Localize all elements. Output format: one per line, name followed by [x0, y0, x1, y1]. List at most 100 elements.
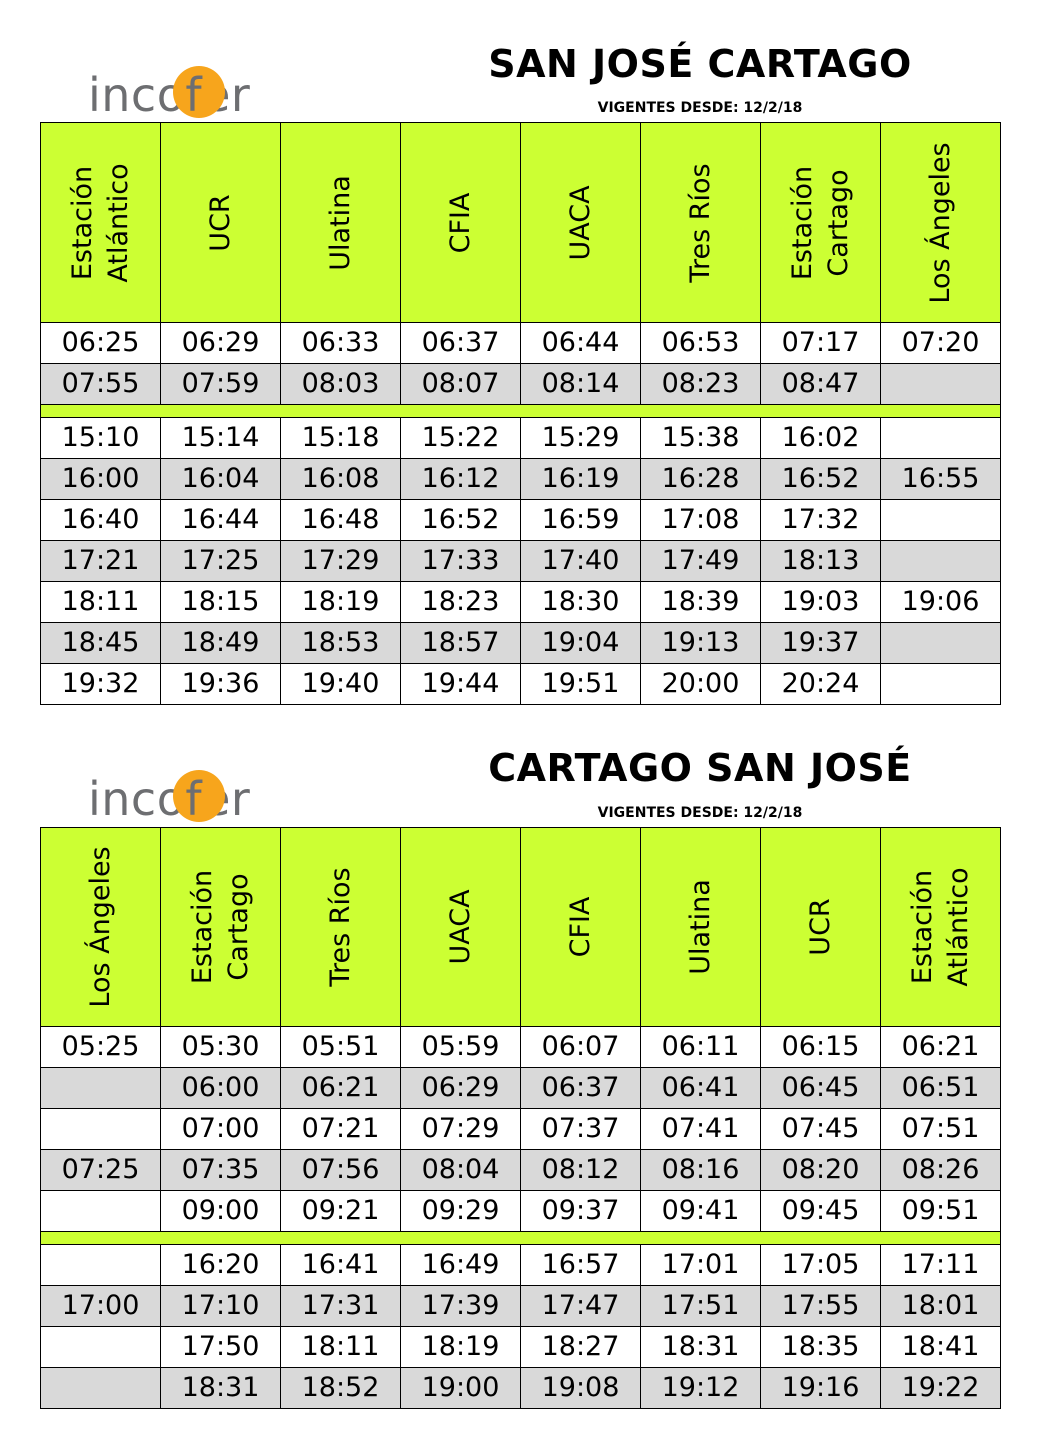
time-cell: 06:07 [520, 1026, 641, 1068]
time-cell: 18:11 [40, 581, 161, 623]
time-cell: 17:10 [160, 1285, 281, 1327]
time-cell: 18:39 [640, 581, 761, 623]
time-cell: 18:27 [520, 1326, 641, 1368]
time-cell: 07:00 [160, 1108, 281, 1150]
time-cell: 15:14 [160, 417, 281, 459]
time-cell: 06:29 [400, 1067, 521, 1109]
time-cell: 08:04 [400, 1149, 521, 1191]
time-cell: 06:45 [760, 1067, 881, 1109]
logo-text-pre: inco [88, 772, 186, 826]
time-cell: 17:01 [640, 1244, 761, 1286]
time-cell: 07:20 [880, 322, 1001, 364]
time-cell [880, 417, 1001, 459]
column-header: UACA [400, 827, 521, 1027]
time-cell: 06:11 [640, 1026, 761, 1068]
time-cell: 06:53 [640, 322, 761, 364]
time-cell: 18:45 [40, 622, 161, 664]
time-cell: 08:23 [640, 363, 761, 405]
column-header-label: Estación Cartago [786, 165, 854, 280]
header-row: Estación Atlántico UCR Ulatina CFIA UACA Tres… [40, 122, 1001, 323]
time-cell: 06:15 [760, 1026, 881, 1068]
column-header: Tres Ríos [640, 122, 761, 323]
time-cell: 20:00 [640, 663, 761, 705]
time-cell: 17:31 [280, 1285, 401, 1327]
time-cell: 06:51 [880, 1067, 1001, 1109]
column-header-label: UACA [444, 889, 476, 965]
time-cell: 09:45 [760, 1190, 881, 1232]
column-header-label: Estación Atlántico [66, 162, 134, 283]
logo-text-pre: inco [88, 68, 186, 122]
time-cell: 07:17 [760, 322, 881, 364]
column-header-label: Tres Ríos [324, 867, 356, 987]
time-cell: 18:01 [880, 1285, 1001, 1327]
time-cell: 09:21 [280, 1190, 401, 1232]
time-cell: 05:25 [40, 1026, 161, 1068]
time-cell: 16:57 [520, 1244, 641, 1286]
time-cell: 06:25 [40, 322, 161, 364]
time-cell [40, 1367, 161, 1409]
time-cell [880, 540, 1001, 582]
time-cell [880, 363, 1001, 405]
time-cell: 18:15 [160, 581, 281, 623]
time-cell [40, 1244, 161, 1286]
time-cell: 17:21 [40, 540, 161, 582]
time-cell: 16:28 [640, 458, 761, 500]
time-cell: 07:35 [160, 1149, 281, 1191]
time-cell: 08:03 [280, 363, 401, 405]
time-cell: 17:39 [400, 1285, 521, 1327]
time-cell: 15:10 [40, 417, 161, 459]
time-cell: 16:44 [160, 499, 281, 541]
column-header: UCR [760, 827, 881, 1027]
time-cell: 18:30 [520, 581, 641, 623]
time-cell: 08:12 [520, 1149, 641, 1191]
time-cell: 19:04 [520, 622, 641, 664]
time-cell: 17:50 [160, 1326, 281, 1368]
time-cell: 19:06 [880, 581, 1001, 623]
column-header: Estación Cartago [760, 122, 881, 323]
header-row: Los Ángeles Estación Cartago Tres Ríos UACA… [40, 827, 1001, 1027]
time-cell: 17:29 [280, 540, 401, 582]
time-cell: 18:41 [880, 1326, 1001, 1368]
time-cell [880, 663, 1001, 705]
timetable-subtitle: VIGENTES DESDE: 12/2/18 [597, 100, 803, 116]
time-cell [880, 499, 1001, 541]
time-cell [40, 1190, 161, 1232]
logo-wordmark: inco fer [88, 66, 250, 118]
time-cell: 19:51 [520, 663, 641, 705]
column-header-label: Tres Ríos [684, 162, 716, 283]
time-cell [40, 1067, 161, 1109]
time-cell: 09:51 [880, 1190, 1001, 1232]
time-cell: 17:25 [160, 540, 281, 582]
time-cell: 05:51 [280, 1026, 401, 1068]
time-cell: 07:55 [40, 363, 161, 405]
time-cell: 07:59 [160, 363, 281, 405]
time-cell: 17:47 [520, 1285, 641, 1327]
time-cell: 08:26 [880, 1149, 1001, 1191]
timetable-subtitle: VIGENTES DESDE: 12/2/18 [597, 805, 803, 821]
time-cell: 16:12 [400, 458, 521, 500]
time-cell: 20:24 [760, 663, 881, 705]
time-cell [40, 1326, 161, 1368]
time-cell: 17:49 [640, 540, 761, 582]
logo-wordmark: inco fer [88, 770, 250, 822]
time-cell: 08:20 [760, 1149, 881, 1191]
time-cell [880, 622, 1001, 664]
time-cell: 08:16 [640, 1149, 761, 1191]
time-cell: 07:37 [520, 1108, 641, 1150]
table-row: 18:11 18:15 18:19 18:23 18:30 18:39 19:03 19:06 [40, 581, 1001, 623]
time-cell: 16:41 [280, 1244, 401, 1286]
time-cell: 09:41 [640, 1190, 761, 1232]
time-cell: 17:08 [640, 499, 761, 541]
time-cell: 17:32 [760, 499, 881, 541]
time-cell: 16:40 [40, 499, 161, 541]
table-row: 06:25 06:29 06:33 06:37 06:44 06:53 07:17 07:20 [40, 322, 1001, 364]
time-cell: 16:08 [280, 458, 401, 500]
timetable: Estación Atlántico UCR Ulatina CFIA UACA Tres… [40, 122, 1001, 705]
time-cell: 19:03 [760, 581, 881, 623]
time-cell: 19:40 [280, 663, 401, 705]
time-cell: 05:30 [160, 1026, 281, 1068]
time-cell: 09:37 [520, 1190, 641, 1232]
time-cell: 07:56 [280, 1149, 401, 1191]
time-cell: 16:04 [160, 458, 281, 500]
time-cell: 18:19 [280, 581, 401, 623]
